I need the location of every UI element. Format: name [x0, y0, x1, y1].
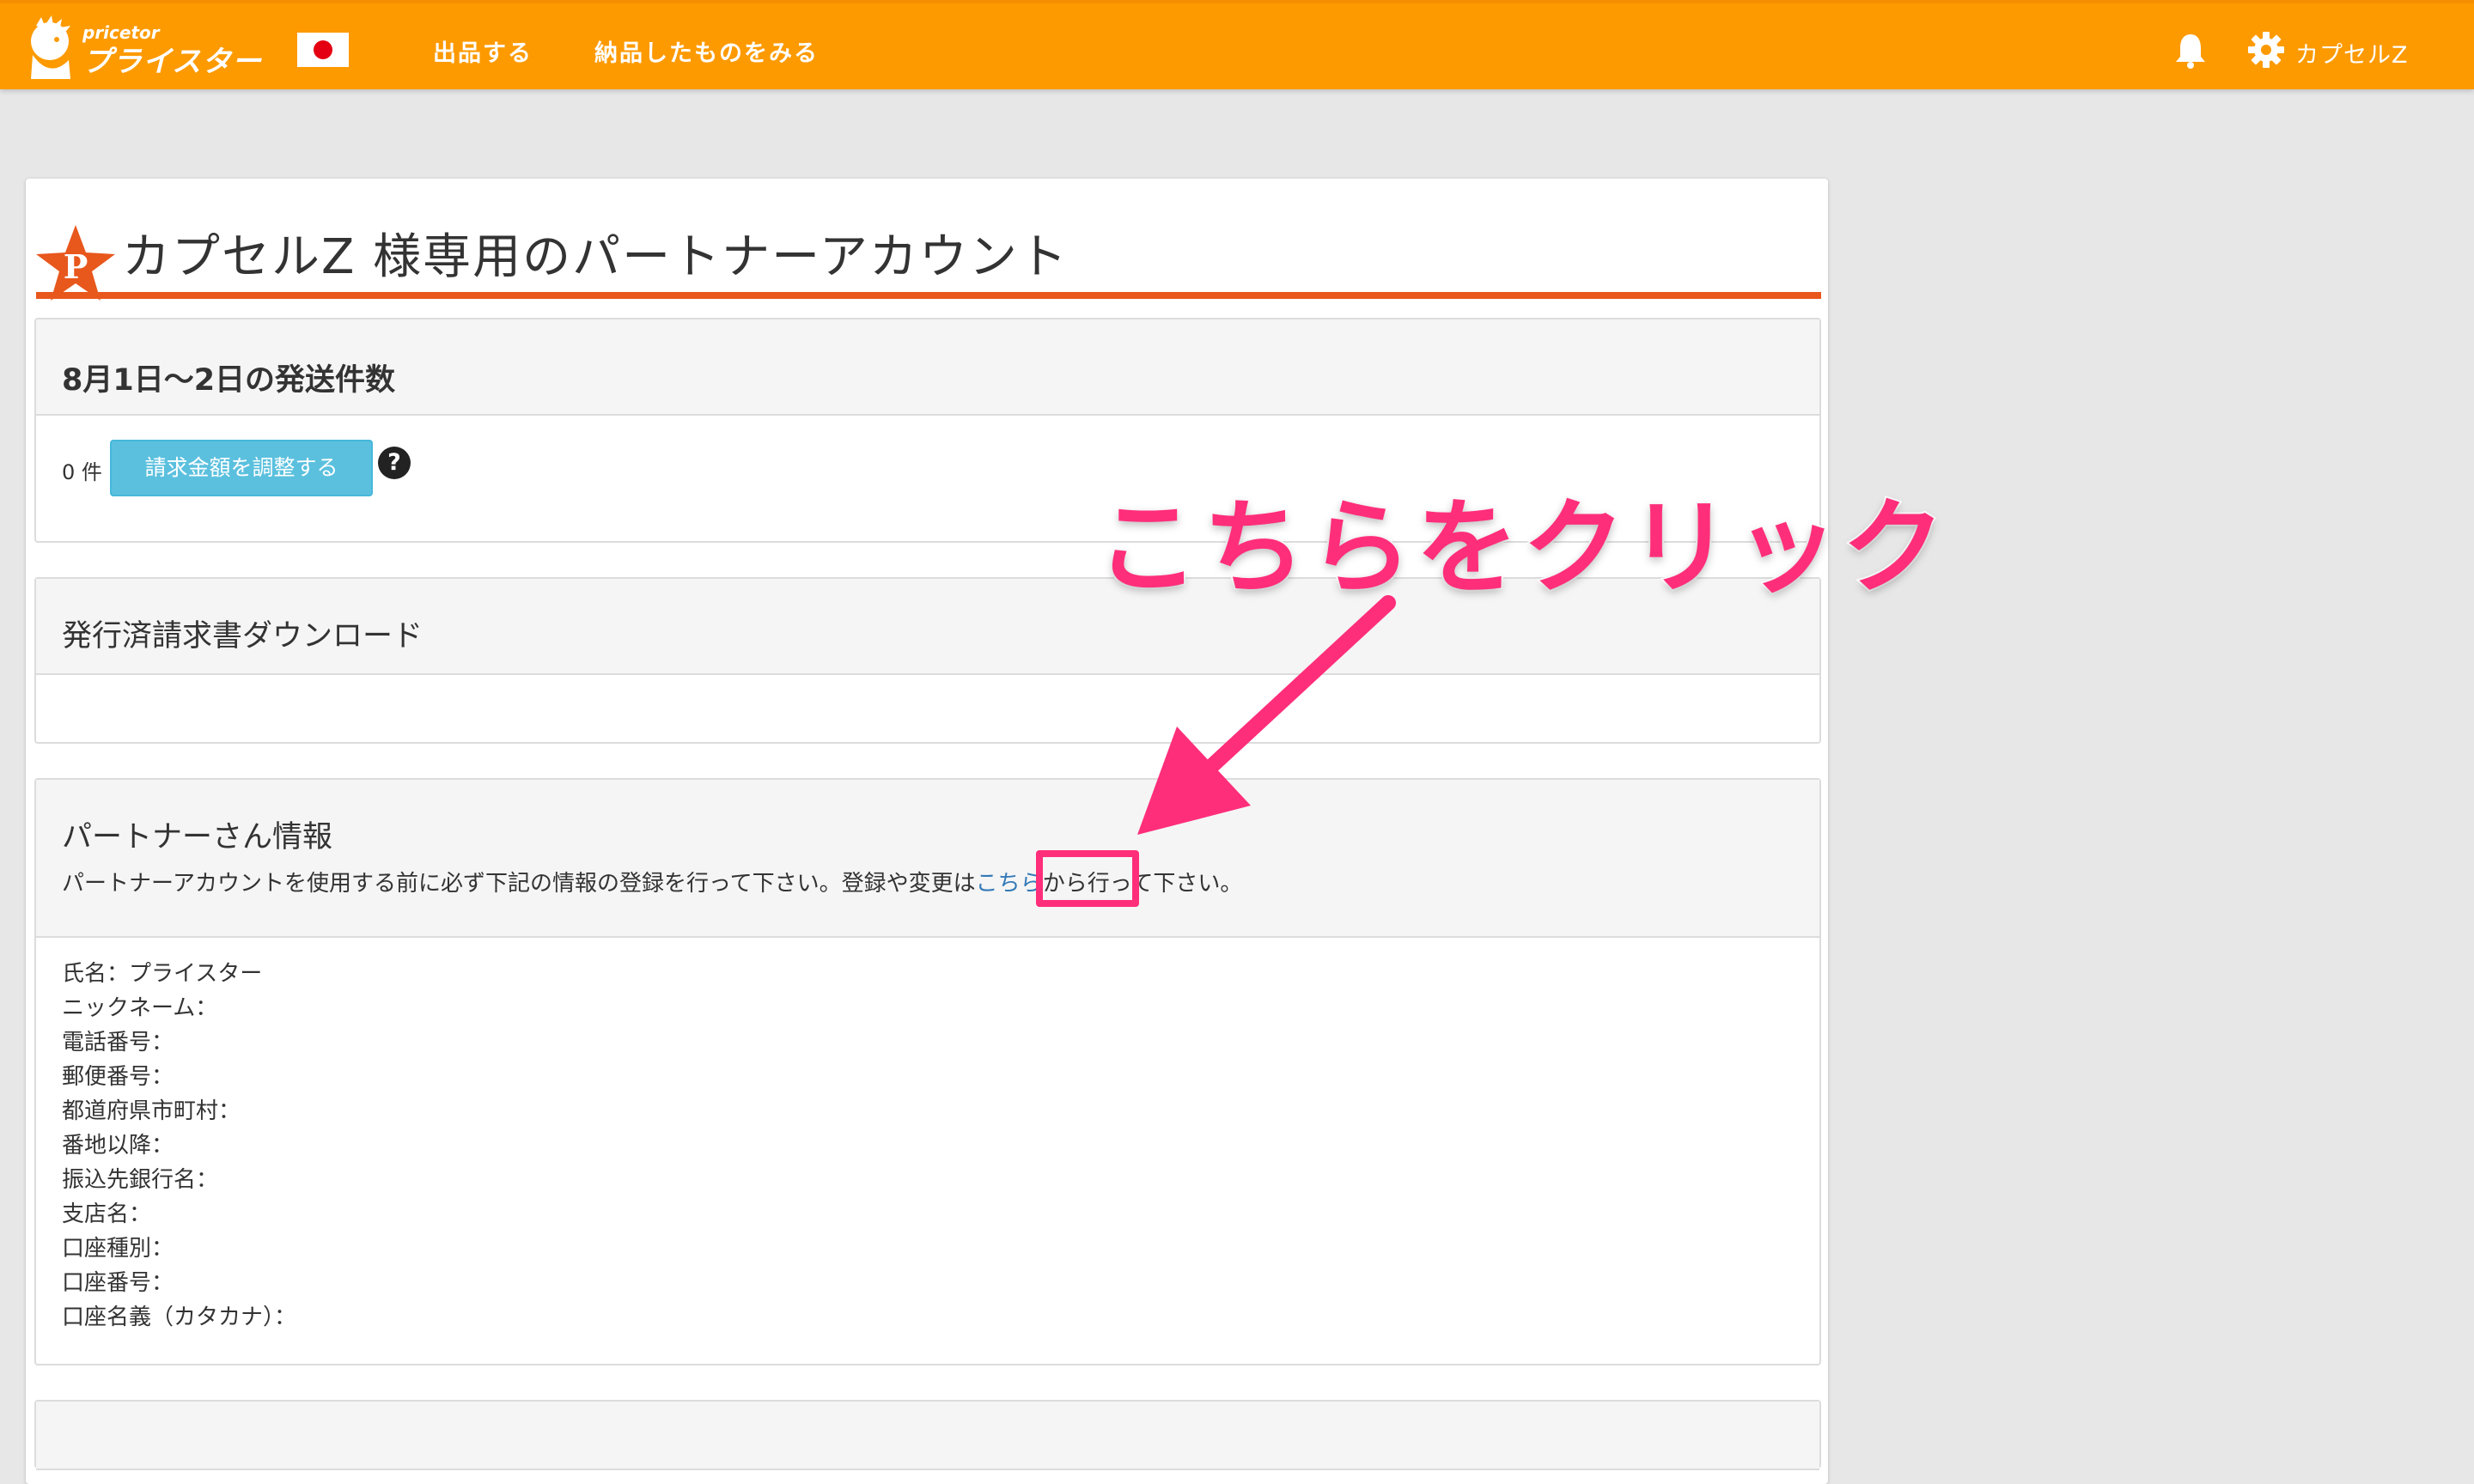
info-prefecture-city: 都道府県市町村： [62, 1098, 241, 1124]
mascot-icon [31, 15, 70, 79]
adjust-billing-button[interactable]: 請求金額を調整する [110, 440, 373, 496]
bell-icon[interactable] [2173, 31, 2208, 69]
info-bank-name: 振込先銀行名： [62, 1167, 219, 1193]
card-header: パートナーさん情報 パートナーアカウントを使用する前に必ず下記の情報の登録を行っ… [36, 780, 1819, 938]
link-highlight-box [1036, 850, 1139, 907]
page-title: カプセルZ 様専用のパートナーアカウント [122, 229, 1069, 285]
nav-delivered-items[interactable]: 納品したものをみる [594, 34, 819, 68]
flag-japan-icon[interactable] [297, 33, 349, 67]
shipment-count-value: 0 件 [62, 460, 102, 484]
info-postal-code: 郵便番号： [62, 1064, 174, 1090]
info-branch-name: 支店名： [62, 1201, 152, 1227]
info-phone: 電話番号： [62, 1030, 174, 1055]
next-card [34, 1400, 1821, 1470]
info-street-address: 番地以降： [62, 1133, 174, 1159]
shipment-count-heading: 8月1日〜2日の発送件数 [62, 363, 396, 398]
invoice-download-heading: 発行済請求書ダウンロード [62, 619, 424, 654]
gear-icon[interactable] [2247, 31, 2285, 69]
card-header [36, 1402, 1819, 1470]
partner-info-list: 氏名：プライスター ニックネーム： 電話番号： 郵便番号： 都道府県市町村： 番… [62, 957, 296, 1335]
info-account-type: 口座種別： [62, 1236, 174, 1262]
title-divider [36, 292, 1821, 299]
info-account-holder: 口座名義（カタカナ）： [62, 1305, 297, 1330]
top-nav-bar: pricetor プライスター 出品する 納品したものをみる カプセルZ [0, 0, 2474, 89]
partner-info-heading: パートナーさん情報 [62, 820, 333, 855]
star-badge-letter: P [64, 247, 88, 286]
edit-info-link[interactable]: こちら [976, 871, 1043, 897]
info-account-number: 口座番号： [62, 1270, 174, 1296]
partner-info-card: パートナーさん情報 パートナーアカウントを使用する前に必ず下記の情報の登録を行っ… [34, 778, 1821, 1365]
info-name: 氏名：プライスター [62, 961, 263, 987]
user-menu[interactable]: カプセルZ [2295, 36, 2409, 70]
info-nickname: ニックネーム： [62, 995, 218, 1021]
nav-listing[interactable]: 出品する [433, 34, 533, 68]
pointer-arrow-icon [1137, 595, 1396, 835]
instructions-before: パートナーアカウントを使用する前に必ず下記の情報の登録を行って下さい。登録や変更… [62, 871, 976, 897]
logo-title: プライスター [82, 45, 262, 79]
pricetor-logo[interactable]: pricetor プライスター [24, 12, 282, 84]
card-header: 8月1日〜2日の発送件数 [36, 319, 1819, 416]
help-icon[interactable]: ? [378, 447, 411, 479]
click-here-callout: こちらをクリック [1094, 487, 1948, 610]
